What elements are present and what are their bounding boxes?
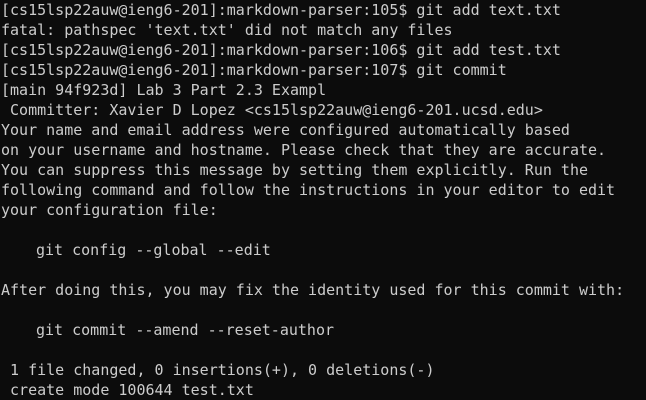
output-line: Your name and email address were configu… <box>1 121 570 139</box>
terminal-window[interactable]: [cs15lsp22auw@ieng6-201]:markdown-parser… <box>0 0 646 400</box>
files-changed-line: 1 file changed, 0 insertions(+), 0 delet… <box>1 361 435 379</box>
create-mode-line: create mode 100644 test.txt <box>1 381 254 399</box>
error-line-pathspec: fatal: pathspec 'text.txt' did not match… <box>1 21 453 39</box>
git-config-command-line: git config --global --edit <box>36 241 271 259</box>
output-line: on your username and hostname. Please ch… <box>1 141 607 159</box>
prompt-line-git-add-text: [cs15lsp22auw@ieng6-201]:markdown-parser… <box>1 1 561 19</box>
git-amend-command-line: git commit --amend --reset-author <box>36 321 335 339</box>
output-line: After doing this, you may fix the identi… <box>1 281 625 299</box>
prompt-line-git-add-test: [cs15lsp22auw@ieng6-201]:markdown-parser… <box>1 41 561 59</box>
committer-line: Committer: Xavier D Lopez <cs15lsp22auw@… <box>1 101 543 119</box>
commit-summary-line: [main 94f923d] Lab 3 Part 2.3 Exampl <box>1 81 327 99</box>
prompt-line-git-commit: [cs15lsp22auw@ieng6-201]:markdown-parser… <box>1 61 507 79</box>
output-line: following command and follow the instruc… <box>1 181 616 199</box>
output-line: your configuration file: <box>1 201 218 219</box>
output-line: You can suppress this message by setting… <box>1 161 588 179</box>
